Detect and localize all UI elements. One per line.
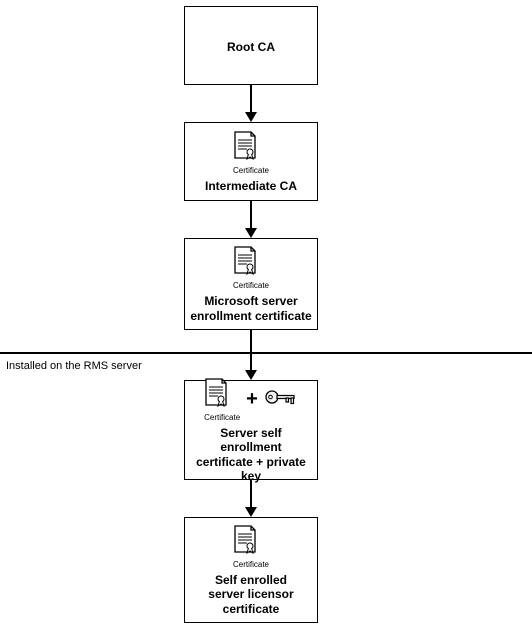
separator-label: Installed on the RMS server xyxy=(6,360,142,372)
arrow-intermediate-to-msenroll xyxy=(245,201,257,238)
key-icon xyxy=(264,387,298,412)
node-self-enrollment: Certificate + Server self enrollment cer… xyxy=(184,380,318,480)
node-ms-enrollment-cert: Certificate Microsoft server enrollment … xyxy=(184,238,318,330)
certificate-icon-label: Certificate xyxy=(233,166,269,175)
arrow-root-to-intermediate xyxy=(245,85,257,122)
certificate-icon: Certificate xyxy=(204,377,240,422)
node-self-enrollment-title: Server self enrollment certificate + pri… xyxy=(189,426,313,484)
plus-icon: + xyxy=(246,388,258,411)
diagram-canvas: Root CA Certificate Intermed xyxy=(0,0,532,635)
node-intermediate-ca-title: Intermediate CA xyxy=(205,179,297,193)
certificate-icon: Certificate xyxy=(233,245,269,290)
node-server-licensor-cert: Certificate Self enrolled server licenso… xyxy=(184,517,318,623)
certificate-icon: Certificate xyxy=(233,524,269,569)
separator-line xyxy=(0,352,532,354)
arrow-msenroll-to-selfenroll xyxy=(245,330,257,380)
node-server-licensor-cert-title: Self enrolled server licensor certificat… xyxy=(208,573,293,616)
node-root-ca: Root CA xyxy=(184,6,318,85)
certificate-icon-label: Certificate xyxy=(233,560,269,569)
certificate-icon-label: Certificate xyxy=(204,413,240,422)
node-root-ca-title: Root CA xyxy=(227,40,275,54)
node-intermediate-ca: Certificate Intermediate CA xyxy=(184,122,318,201)
node-ms-enrollment-cert-title: Microsoft server enrollment certificate xyxy=(190,294,311,323)
certificate-icon: Certificate xyxy=(233,130,269,175)
arrow-selfenroll-to-licensor xyxy=(245,480,257,517)
certificate-icon-label: Certificate xyxy=(233,281,269,290)
